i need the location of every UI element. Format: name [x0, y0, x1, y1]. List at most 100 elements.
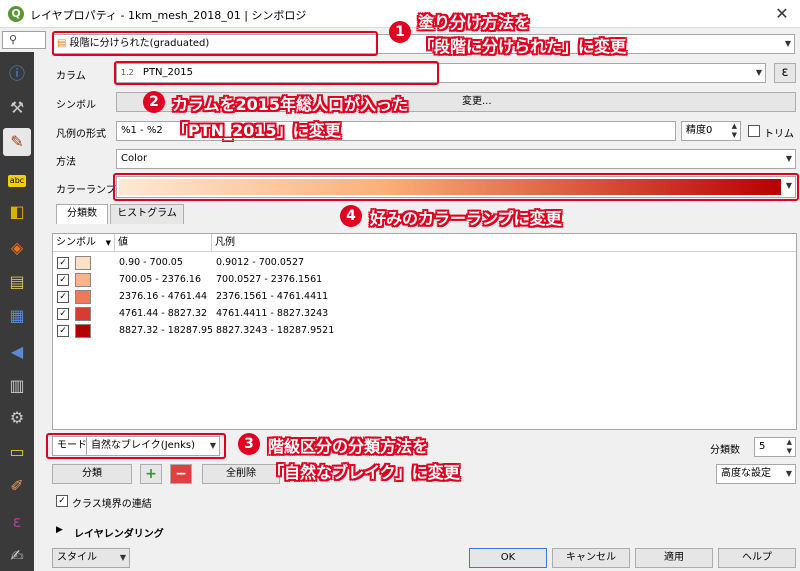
classify-button[interactable]: 分類 — [52, 464, 132, 484]
sidebar: ⓘ ⚒ ✎ abc ◧ ◈ ▤ ▦ ◀ ▥ ⚙ ▭ ✐ ε ✍ — [0, 52, 34, 571]
table-row[interactable]: ✓ 0.90 - 700.05 0.9012 - 700.0527 — [53, 255, 796, 271]
information-icon[interactable]: ⓘ — [3, 60, 31, 88]
advanced-select[interactable]: 高度な設定 ▼ — [716, 464, 796, 484]
class-color-swatch[interactable] — [75, 273, 91, 287]
metadata-icon[interactable]: ✍ — [3, 542, 31, 570]
spin-arrows-icon: ▲ ▼ — [731, 122, 737, 139]
classes-table[interactable]: シンボル ▼ 値 凡例 ✓ 0.90 - 700.05 0.9012 - 700.0… — [52, 233, 797, 430]
highlight-color-ramp — [113, 173, 799, 201]
tab-classes[interactable]: 分類数 — [56, 204, 108, 224]
remove-class-button[interactable]: − — [170, 464, 192, 484]
column-label: カラム — [56, 71, 86, 82]
row-legend[interactable]: 700.0527 - 2376.1561 — [216, 272, 322, 288]
color-ramp-label: カラーランプ — [56, 185, 116, 196]
highlight-renderer — [52, 31, 378, 56]
header-value[interactable]: 値 — [115, 234, 212, 252]
legend-format-label: 凡例の形式 — [56, 129, 106, 140]
header-legend[interactable]: 凡例 — [212, 234, 796, 252]
chevron-down-icon: ▼ — [785, 469, 792, 478]
chevron-down-icon: ▼ — [784, 39, 791, 48]
table-row[interactable]: ✓ 4761.44 - 8827.32 4761.4411 - 8827.3243 — [53, 306, 796, 322]
diagrams-icon[interactable]: ◧ — [3, 198, 31, 226]
annotation-4-line1: 好みのカラーランプに変更 — [370, 209, 562, 228]
row-visible-checkbox[interactable]: ✓ — [57, 325, 69, 337]
method-label: 方法 — [56, 157, 76, 168]
row-visible-checkbox[interactable]: ✓ — [57, 257, 69, 269]
annotation-badge-2: 2 — [143, 91, 165, 113]
attributes-form-icon[interactable]: ▦ — [3, 302, 31, 330]
rendering-brush-icon[interactable]: ✐ — [3, 472, 31, 500]
annotation-1-line1: 塗り分け方法を — [418, 13, 531, 32]
trim-checkbox[interactable] — [748, 125, 760, 137]
variables-epsilon-icon[interactable]: ε — [3, 508, 31, 536]
annotation-badge-4: 4 — [340, 205, 362, 227]
class-color-swatch[interactable] — [75, 256, 91, 270]
window-title: レイヤプロパティ - 1km_mesh_2018_01 | シンボロジ — [30, 9, 307, 22]
class-color-swatch[interactable] — [75, 290, 91, 304]
cancel-button[interactable]: キャンセル — [552, 548, 630, 568]
spin-arrows-icon: ▲ ▼ — [786, 438, 792, 455]
row-value[interactable]: 700.05 - 2376.16 — [119, 272, 201, 288]
row-visible-checkbox[interactable]: ✓ — [57, 308, 69, 320]
help-button[interactable]: ヘルプ — [718, 548, 796, 568]
annotation-3-line2: 「自然なブレイク」に変更 — [268, 463, 460, 482]
row-value[interactable]: 0.90 - 700.05 — [119, 255, 183, 271]
method-select[interactable]: Color ▼ — [116, 149, 796, 169]
style-menu-button[interactable]: スタイル ▼ — [52, 548, 130, 568]
symbology-brush-icon[interactable]: ✎ — [3, 128, 31, 156]
annotation-3-line1: 階級区分の分類方法を — [268, 437, 429, 456]
highlight-column — [114, 61, 439, 85]
actions-gear-icon[interactable]: ⚙ — [3, 404, 31, 432]
add-class-button[interactable]: + — [140, 464, 162, 484]
source-tools-icon[interactable]: ⚒ — [3, 94, 31, 122]
row-value[interactable]: 4761.44 - 8827.32 — [119, 306, 207, 322]
close-button[interactable]: ✕ — [770, 3, 794, 25]
symbol-label: シンボル — [56, 100, 96, 111]
3d-view-icon[interactable]: ◈ — [3, 234, 31, 262]
display-tips-icon[interactable]: ▭ — [3, 438, 31, 466]
classes-count-spinbox[interactable]: 5 ▲ ▼ — [754, 437, 796, 457]
layer-rendering-section[interactable]: レイヤレンダリング — [74, 525, 164, 540]
annotation-1-line2: 「段階に分けられた」に変更 — [418, 37, 627, 56]
qgis-logo-icon: Q — [8, 6, 24, 22]
chevron-down-icon: ▼ — [119, 553, 126, 562]
sort-down-icon: ▼ — [105, 239, 111, 247]
row-legend[interactable]: 4761.4411 - 8827.3243 — [216, 306, 328, 322]
link-bounds-checkbox[interactable]: ✓ — [56, 495, 68, 507]
row-visible-checkbox[interactable]: ✓ — [57, 291, 69, 303]
classes-count-label: 分類数 — [710, 445, 740, 456]
auxiliary-storage-icon[interactable]: ▥ — [3, 372, 31, 400]
chevron-down-icon: ▼ — [755, 68, 762, 77]
header-symbol[interactable]: シンボル ▼ — [53, 234, 115, 252]
labels-icon[interactable]: abc — [3, 164, 31, 192]
row-visible-checkbox[interactable]: ✓ — [57, 274, 69, 286]
row-legend[interactable]: 2376.1561 - 4761.4411 — [216, 289, 328, 305]
trim-label: トリム — [764, 129, 794, 140]
class-color-swatch[interactable] — [75, 324, 91, 338]
fields-icon[interactable]: ▤ — [3, 268, 31, 296]
apply-button[interactable]: 適用 — [635, 548, 713, 568]
expand-triangle-icon[interactable]: ▶ — [56, 525, 63, 535]
precision-spinbox[interactable]: 精度0 ▲ ▼ — [681, 121, 741, 141]
annotation-2-line1: カラムを2015年総人口が入った — [172, 95, 409, 114]
expression-button[interactable]: ε — [774, 63, 796, 83]
annotation-badge-3: 3 — [238, 433, 260, 455]
annotation-2-line2: 「PTN_2015」に変更 — [172, 121, 341, 140]
tab-histogram[interactable]: ヒストグラム — [110, 204, 184, 224]
joins-icon[interactable]: ◀ — [3, 338, 31, 366]
row-value[interactable]: 2376.16 - 4761.44 — [119, 289, 207, 305]
row-legend[interactable]: 0.9012 - 700.0527 — [216, 255, 304, 271]
class-color-swatch[interactable] — [75, 307, 91, 321]
link-bounds-label: クラス境界の連結 — [72, 499, 152, 510]
sidebar-search-input[interactable]: ⚲ — [2, 31, 46, 49]
ok-button[interactable]: OK — [469, 548, 547, 568]
annotation-badge-1: 1 — [389, 21, 411, 43]
chevron-down-icon: ▼ — [785, 154, 792, 163]
table-row[interactable]: ✓ 2376.16 - 4761.44 2376.1561 - 4761.4411 — [53, 289, 796, 305]
table-row[interactable]: ✓ 8827.32 - 18287.95 8827.3243 - 18287.952… — [53, 323, 796, 339]
search-icon: ⚲ — [9, 33, 18, 46]
highlight-mode — [46, 433, 226, 459]
table-row[interactable]: ✓ 700.05 - 2376.16 700.0527 - 2376.1561 — [53, 272, 796, 288]
row-value[interactable]: 8827.32 - 18287.95 — [119, 323, 213, 339]
row-legend[interactable]: 8827.3243 - 18287.9521 — [216, 323, 334, 339]
